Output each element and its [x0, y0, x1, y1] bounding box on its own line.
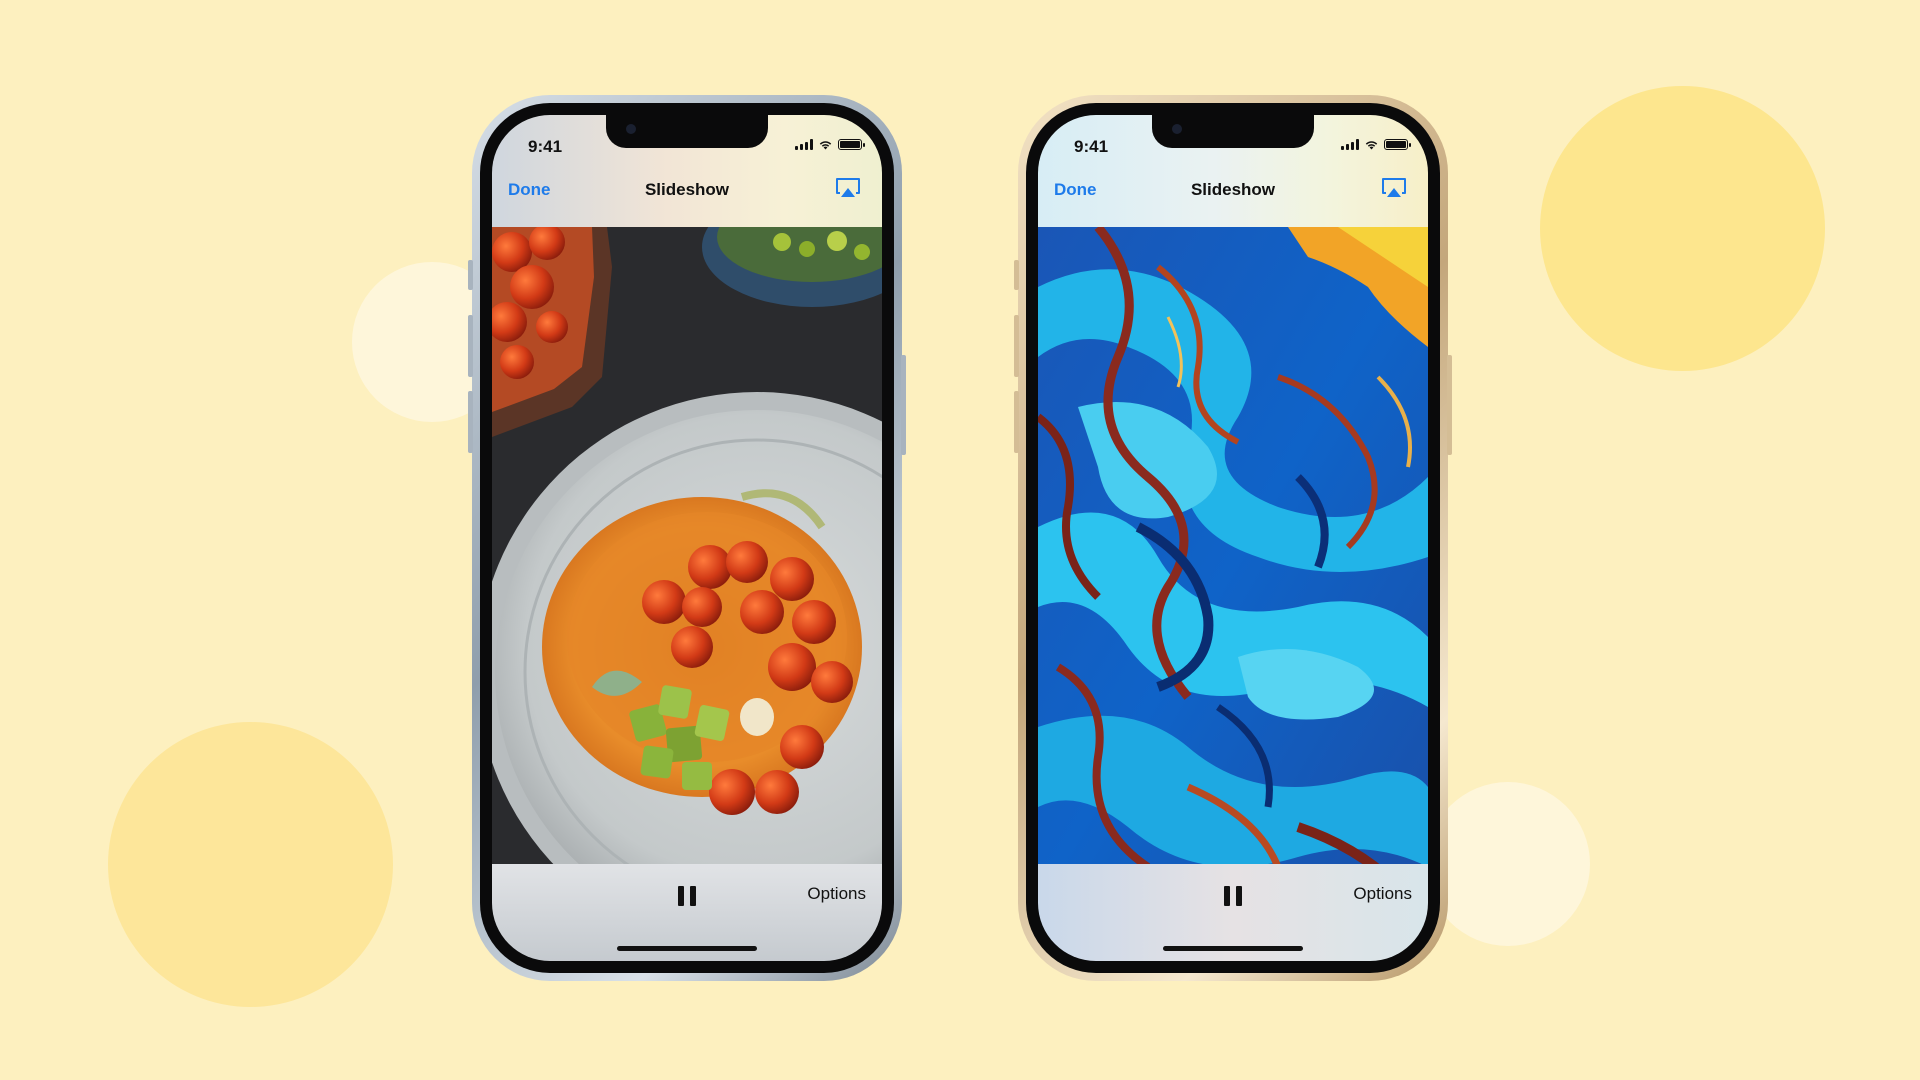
status-icons [795, 139, 865, 150]
slideshow-photo [1038, 227, 1428, 900]
airplay-icon[interactable] [1380, 176, 1408, 200]
mute-switch [468, 260, 473, 290]
airplay-icon[interactable] [834, 176, 862, 200]
iphone-right: 9:41 Done Slideshow Options [1014, 95, 1452, 981]
pause-icon[interactable] [1224, 886, 1242, 906]
battery-icon [1384, 139, 1411, 150]
home-indicator[interactable] [1163, 946, 1303, 951]
nav-title: Slideshow [1190, 180, 1276, 199]
mute-switch [1014, 260, 1019, 290]
wifi-icon [819, 141, 832, 150]
background-circle [1426, 782, 1590, 946]
notch [606, 115, 768, 148]
background-circle [1540, 86, 1825, 371]
power-button [901, 355, 906, 455]
power-button [1447, 355, 1452, 455]
nav-title: Slideshow [644, 180, 730, 199]
nav-bar: Done Slideshow [1038, 174, 1428, 204]
signal-icon [1341, 139, 1359, 150]
iphone-left: 9:41 Done Slideshow Options [468, 95, 906, 981]
volume-down-button [1014, 391, 1019, 453]
screen: 9:41 Done Slideshow Options [492, 115, 882, 961]
battery-icon [838, 139, 865, 150]
status-time: 9:41 [528, 137, 563, 156]
options-button[interactable]: Options [807, 884, 866, 904]
signal-icon [795, 139, 813, 150]
pause-icon[interactable] [678, 886, 696, 906]
camera [1172, 124, 1182, 134]
background-circle [108, 722, 393, 1007]
status-icons [1341, 139, 1411, 150]
status-time: 9:41 [1074, 137, 1109, 156]
slideshow-photo [492, 227, 882, 900]
screen: 9:41 Done Slideshow Options [1038, 115, 1428, 961]
home-indicator[interactable] [617, 946, 757, 951]
wifi-icon [1365, 141, 1378, 150]
toolbar: Options [492, 864, 882, 961]
volume-down-button [468, 391, 473, 453]
notch [1152, 115, 1314, 148]
volume-up-button [468, 315, 473, 377]
toolbar: Options [1038, 864, 1428, 961]
camera [626, 124, 636, 134]
nav-bar: Done Slideshow [492, 174, 882, 204]
volume-up-button [1014, 315, 1019, 377]
options-button[interactable]: Options [1353, 884, 1412, 904]
